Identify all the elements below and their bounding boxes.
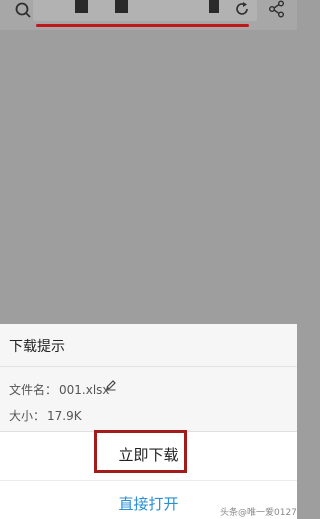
filename-value: 001.xlsx <box>59 383 110 397</box>
watermark: 头条@唯一爱0127 <box>220 508 297 518</box>
filename-row: 文件名： 001.xlsx <box>9 381 110 398</box>
sheet-header: 下载提示 <box>0 324 297 367</box>
size-value: 17.9K <box>47 409 82 423</box>
filename-label: 文件名： <box>9 383 58 397</box>
address-bar[interactable] <box>33 0 257 21</box>
highlight-box <box>94 430 187 473</box>
browser-toolbar <box>0 0 297 30</box>
download-prompt-sheet: 下载提示 文件名： 001.xlsx 大小： 17.9K 立即下载 直接打开 <box>0 324 297 519</box>
redacted-block <box>115 0 128 13</box>
size-row: 大小： 17.9K <box>9 407 82 424</box>
search-icon[interactable] <box>14 1 32 19</box>
size-label: 大小： <box>9 409 46 423</box>
dimmed-overlay[interactable] <box>0 30 297 324</box>
sheet-title: 下载提示 <box>9 339 65 355</box>
share-icon[interactable] <box>268 0 286 18</box>
redacted-block <box>75 0 88 13</box>
edit-icon[interactable] <box>105 379 117 391</box>
file-info: 文件名： 001.xlsx 大小： 17.9K <box>0 367 297 432</box>
annotation-underline <box>36 24 249 27</box>
redacted-block <box>209 0 219 13</box>
refresh-icon[interactable] <box>233 0 251 18</box>
